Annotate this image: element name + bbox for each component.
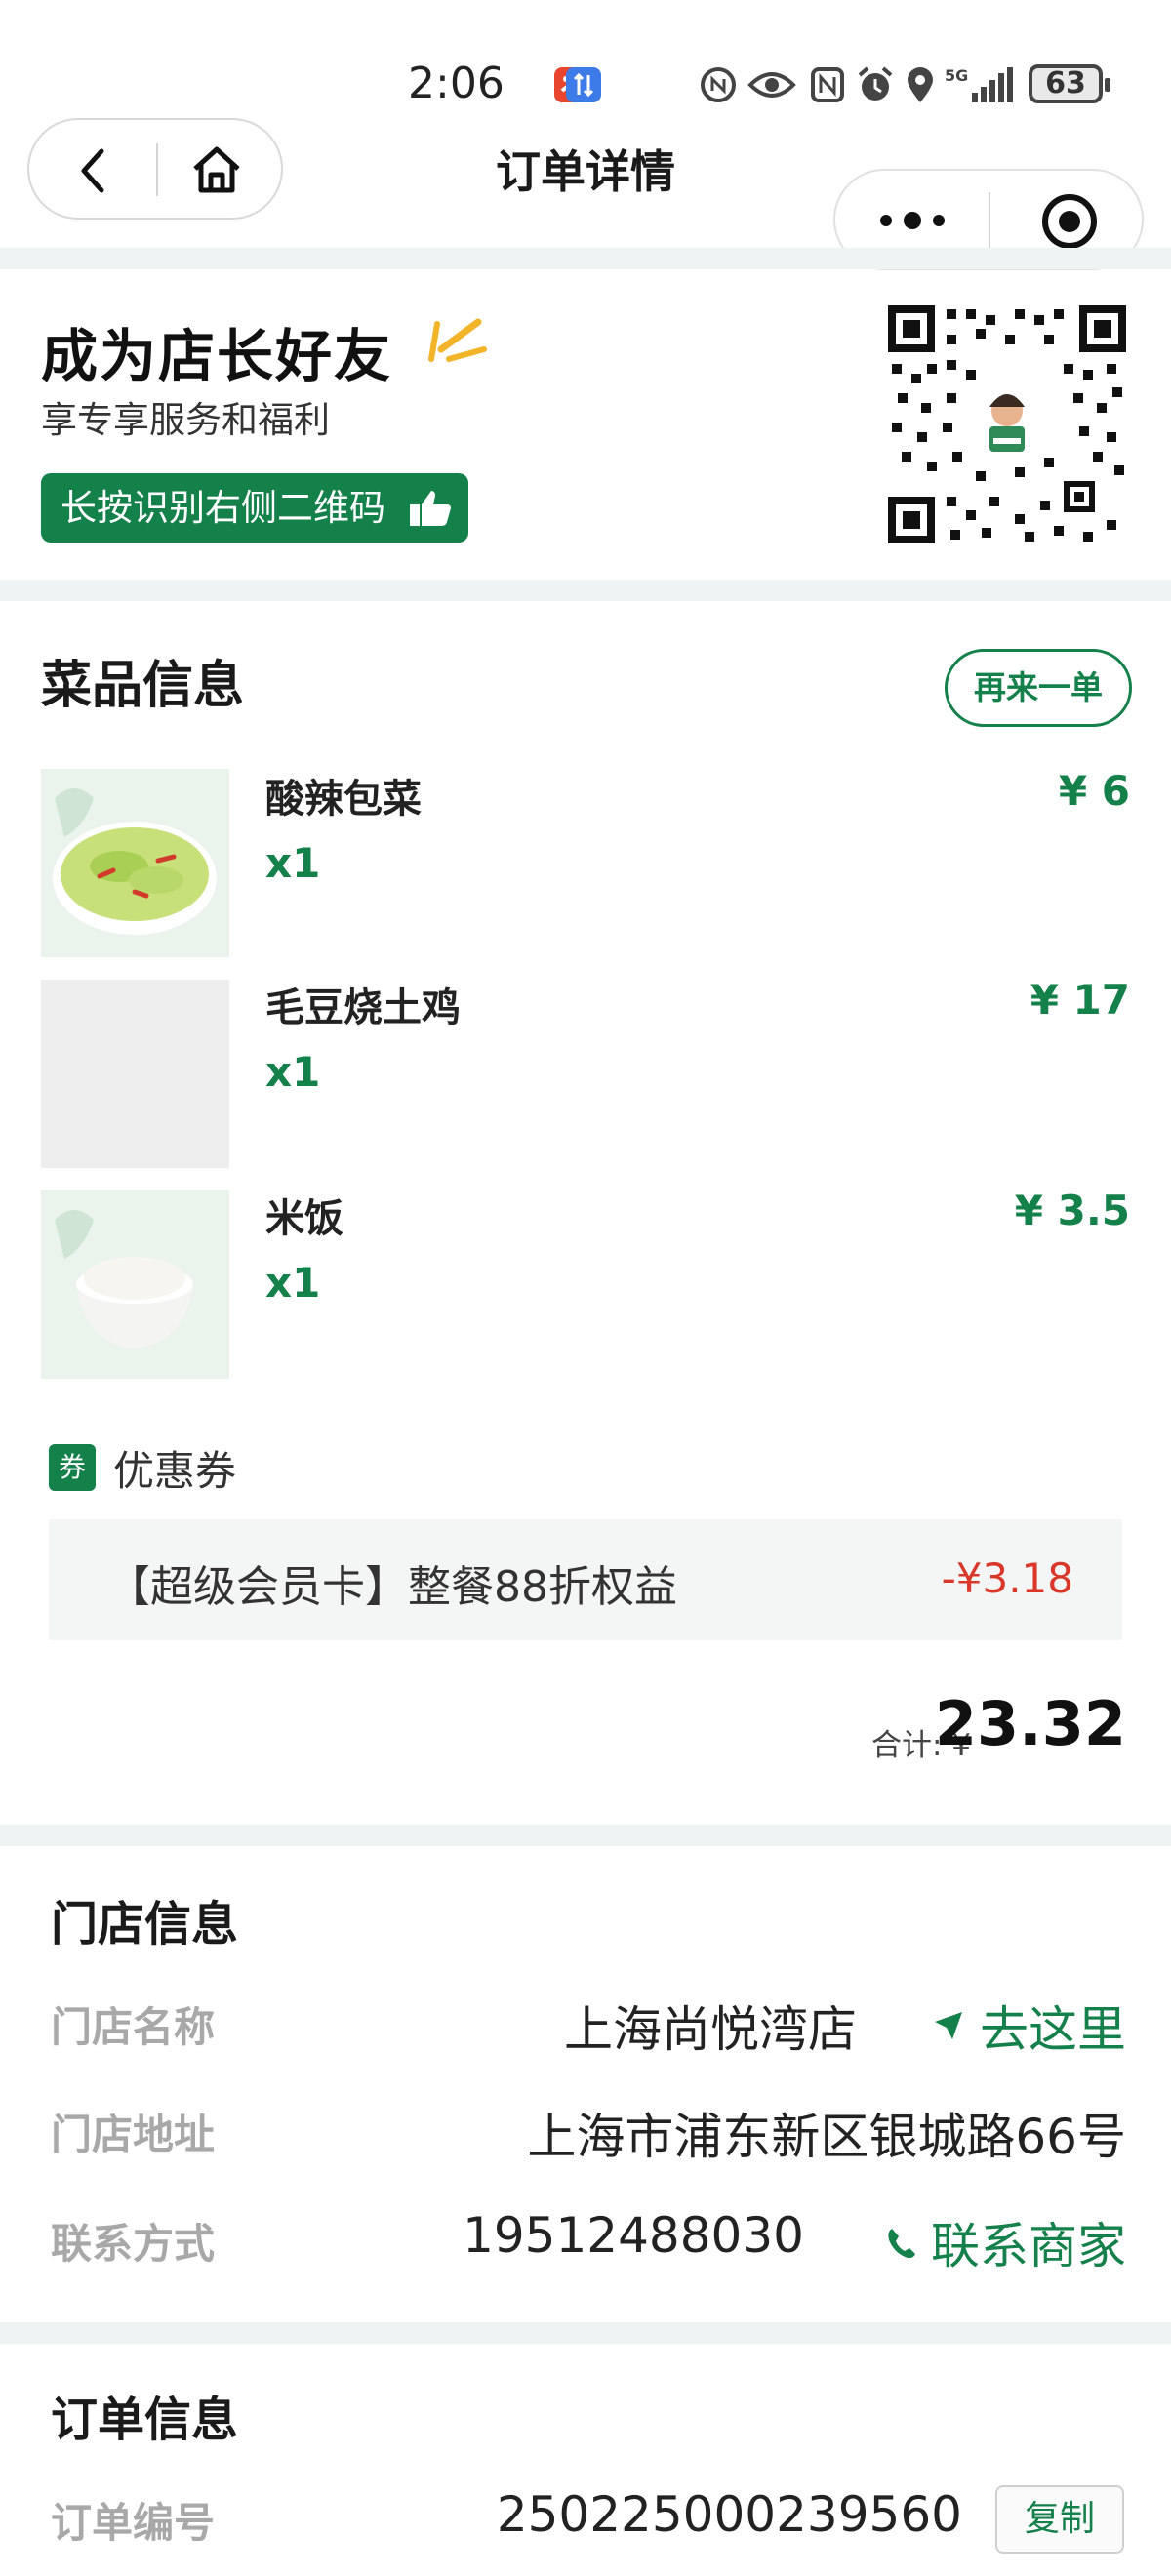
dish-name: 酸辣包菜 bbox=[265, 777, 422, 822]
store-name-label: 门店名称 bbox=[51, 2003, 216, 2051]
dish-quantity: x1 bbox=[265, 1259, 321, 1307]
phone-icon bbox=[888, 2229, 915, 2259]
dish-image bbox=[41, 1190, 229, 1379]
nfc-lock-icon bbox=[701, 67, 736, 102]
order-number-label: 订单编号 bbox=[51, 2499, 216, 2547]
navigate-arrow-icon bbox=[935, 2012, 962, 2039]
sparkle-icon bbox=[428, 318, 487, 362]
dish-quantity: x1 bbox=[265, 1048, 321, 1096]
contact-merchant-link[interactable]: 联系商家 bbox=[886, 2207, 1126, 2277]
store-name-value: 上海尚悦湾店 bbox=[564, 2001, 857, 2058]
dish-image bbox=[41, 769, 229, 957]
contact-merchant-label: 联系商家 bbox=[931, 2218, 1126, 2274]
nfc-icon bbox=[811, 67, 844, 102]
alarm-icon bbox=[858, 66, 893, 101]
separator bbox=[0, 2322, 1171, 2344]
dish-name: 米饭 bbox=[265, 1196, 343, 1241]
coupon-discount: -¥3.18 bbox=[941, 1554, 1073, 1602]
capsule-divider bbox=[989, 192, 990, 249]
more-icon[interactable] bbox=[878, 206, 947, 235]
scan-qr-label: 长按识别右侧二维码 bbox=[61, 487, 385, 529]
dish-price: ¥ 3.5 bbox=[1014, 1187, 1130, 1234]
thumb-pointing-icon bbox=[410, 491, 451, 526]
dishes-section-title: 菜品信息 bbox=[41, 657, 245, 715]
navigate-link[interactable]: 去这里 bbox=[931, 1991, 1126, 2061]
order-section-title: 订单信息 bbox=[51, 2393, 239, 2447]
reorder-button[interactable]: 再来一单 bbox=[945, 649, 1132, 727]
copy-button[interactable]: 复制 bbox=[995, 2485, 1124, 2554]
coupon-icon: 券 bbox=[49, 1444, 96, 1491]
order-number-value: 250225000239560 bbox=[496, 2486, 962, 2543]
battery-icon: 63 bbox=[1029, 64, 1110, 103]
promo-subtitle: 享专享服务和福利 bbox=[41, 399, 330, 441]
store-contact-label: 联系方式 bbox=[51, 2220, 216, 2268]
signal-5g-icon: 5G bbox=[945, 66, 1013, 102]
promo-title: 成为店长好友 bbox=[41, 323, 393, 389]
scan-qr-button[interactable]: 长按识别右侧二维码 bbox=[41, 473, 468, 543]
dish-price: ¥ 17 bbox=[1030, 976, 1130, 1024]
coupon-title: 优惠券 bbox=[113, 1447, 237, 1495]
store-address-value: 上海市浦东新区银城路66号 bbox=[527, 2109, 1126, 2165]
separator bbox=[0, 248, 1171, 269]
dish-price: ¥ 6 bbox=[1058, 767, 1130, 815]
qr-code bbox=[888, 305, 1126, 543]
separator bbox=[0, 1825, 1171, 1846]
coupon-name: 【超级会员卡】整餐88折权益 bbox=[107, 1562, 677, 1612]
location-icon bbox=[908, 67, 933, 102]
total-amount: 23.32 bbox=[934, 1688, 1126, 1759]
navigate-label: 去这里 bbox=[980, 2001, 1126, 2058]
eye-icon bbox=[747, 72, 796, 98]
dish-image-placeholder bbox=[41, 980, 229, 1168]
status-time: 2:06 bbox=[408, 59, 505, 108]
store-address-label: 门店地址 bbox=[51, 2111, 216, 2158]
dish-quantity: x1 bbox=[265, 839, 321, 887]
dish-name: 毛豆烧土鸡 bbox=[265, 986, 461, 1030]
close-miniprogram-icon[interactable] bbox=[1040, 192, 1099, 251]
data-transfer-icon bbox=[566, 67, 601, 102]
svg-text:5G: 5G bbox=[945, 66, 968, 85]
store-section-title: 门店信息 bbox=[51, 1897, 239, 1952]
store-phone-value: 19512488030 bbox=[463, 2207, 804, 2264]
separator bbox=[0, 580, 1171, 601]
